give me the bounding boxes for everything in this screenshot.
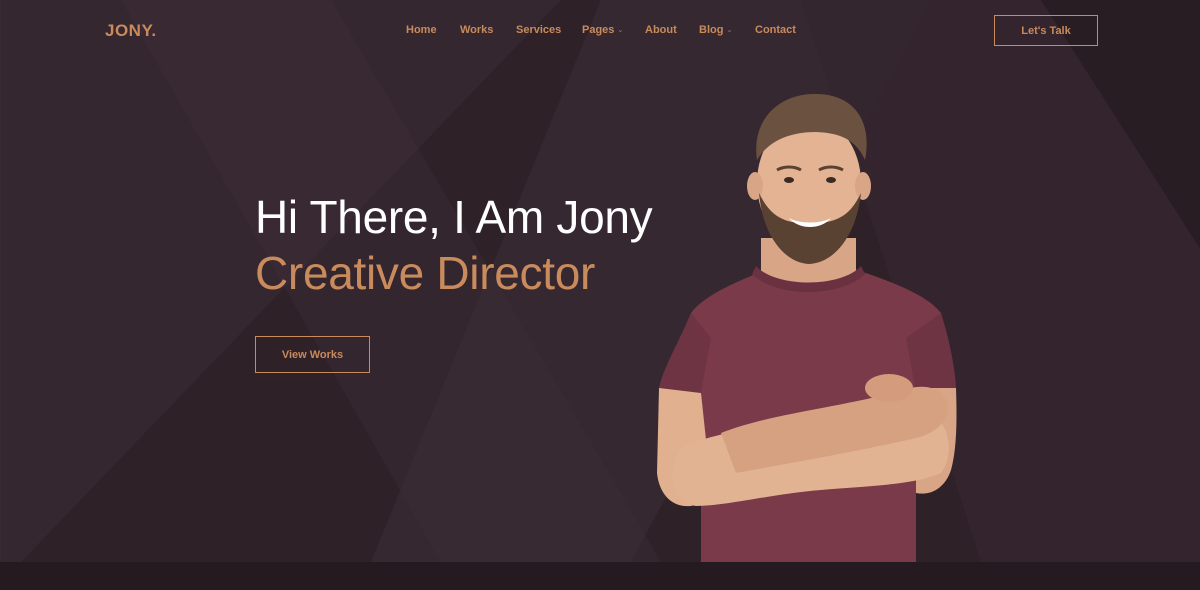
hero-greeting: Hi There, I Am Jony (255, 191, 653, 243)
left-ear (747, 172, 763, 200)
background-pattern (1, 0, 1200, 562)
nav-item-label: Home (406, 24, 437, 36)
nav-item-label: Blog (699, 24, 724, 36)
nav-item-services[interactable]: Services (516, 24, 561, 36)
right-eye (826, 177, 836, 183)
nav-item-pages[interactable]: Pages ⌄ (582, 24, 623, 36)
nav-item-contact[interactable]: Contact (755, 24, 796, 36)
nav-item-label: Services (516, 24, 562, 36)
brand-logo[interactable]: JONY. (105, 21, 157, 41)
nav-item-label: Contact (755, 24, 796, 36)
hero-role: Creative Director (255, 247, 595, 299)
hand (865, 374, 913, 402)
lets-talk-button[interactable]: Let's Talk (994, 15, 1098, 46)
left-eye (784, 177, 794, 183)
view-works-button[interactable]: View Works (255, 336, 370, 373)
nav-item-home[interactable]: Home (406, 24, 437, 36)
chevron-down-icon: ⌄ (726, 27, 733, 34)
right-ear (855, 172, 871, 200)
nav-item-label: Pages (582, 24, 615, 36)
hero-portrait-image (657, 93, 957, 562)
nav-item-blog[interactable]: Blog ⌄ (699, 24, 732, 36)
hero-bottom-band (0, 562, 1200, 590)
nav-item-about[interactable]: About (645, 24, 677, 36)
nav-item-label: Works (460, 24, 494, 36)
chevron-down-icon: ⌄ (617, 27, 624, 34)
nav-item-label: About (645, 24, 677, 36)
nav-item-works[interactable]: Works (460, 24, 493, 36)
hero-section: JONY. Home Works Services Pages ⌄ About B… (0, 0, 1200, 562)
